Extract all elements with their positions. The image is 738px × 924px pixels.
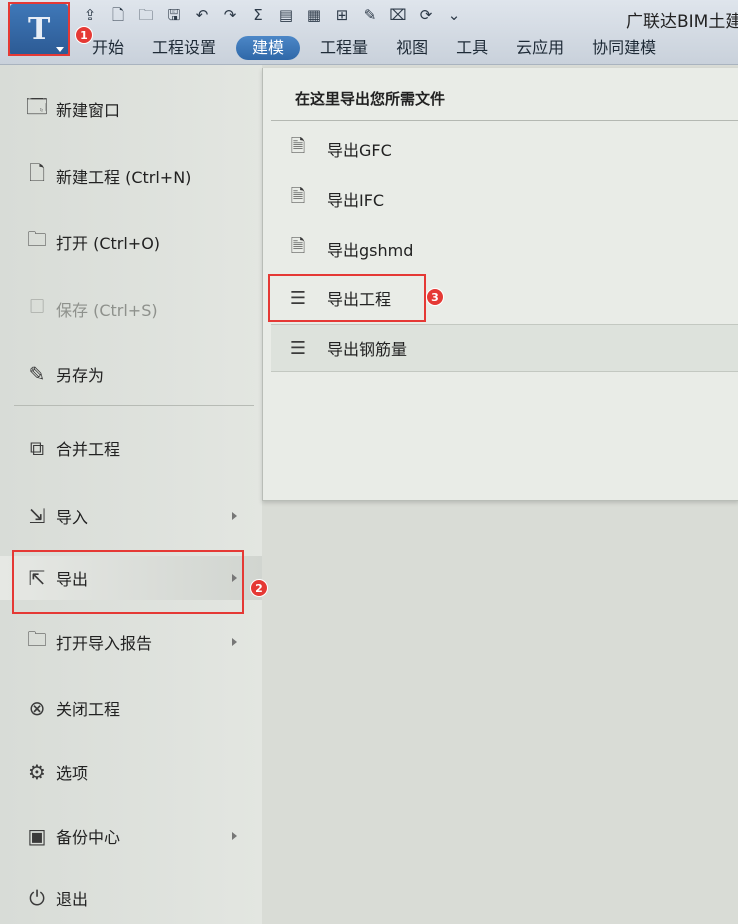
menu-item-label: 打开导入报告 xyxy=(56,634,153,653)
export-icon: ⇱ xyxy=(28,566,46,590)
submenu-item-label: 导出IFC xyxy=(327,191,385,210)
menu-item-11[interactable]: ▣ 备份中心 xyxy=(0,814,262,858)
ribbon-bar: T ⇪ 🗋 🗀 🖫 ↶ ↷ Σ ▤ ▦ ⊞ ✎ ⌧ ⟳ ⌄ 广联达BIM土建 开始 工程设置 建模 工程量 视图工… xyxy=(0,0,738,65)
export-ifc-icon: 🗎 xyxy=(290,186,306,207)
menu-item-8[interactable]: 🗀 打开导入报告 xyxy=(0,620,262,664)
submenu-item-4[interactable]: ☰ 导出钢筋量 xyxy=(271,324,738,372)
power-icon: ⏻ xyxy=(29,886,45,910)
file-menu: 🗔 新建窗口 🗋 新建工程 (Ctrl+N) 🗀 打开 (Ctrl+O) 🗆 保存 (Ctrl… xyxy=(0,65,262,924)
submenu-header-label: 在这里导出您所需文件 xyxy=(295,90,446,108)
menu-item-1[interactable]: 🗋 新建工程 (Ctrl+N) xyxy=(0,154,262,198)
open-folder-icon: 🗀 xyxy=(27,227,47,251)
new-window-icon: 🗔 xyxy=(26,94,48,118)
step-badge: 3 xyxy=(426,288,444,306)
edit-icon[interactable]: ✎ xyxy=(358,4,382,26)
menu-item-2[interactable]: 🗀 打开 (Ctrl+O) xyxy=(0,220,262,264)
export-rebar-icon: ☰ xyxy=(289,337,307,359)
submenu-item-label: 导出GFC xyxy=(327,141,392,160)
menu-item-label: 导入 xyxy=(56,508,89,527)
report-icon[interactable]: ▤ xyxy=(274,4,298,26)
submenu-item-label: 导出工程 xyxy=(327,290,392,309)
menu-item-label: 保存 (Ctrl+S) xyxy=(56,301,158,320)
chevron-right-icon xyxy=(232,512,237,520)
export-project-icon: ☰ xyxy=(289,287,307,309)
undo-icon[interactable]: ↶ xyxy=(190,4,214,26)
upload-icon[interactable]: ⇪ xyxy=(78,4,102,26)
menu-item-label: 新建窗口 xyxy=(56,101,121,120)
dropdown-arrow-icon xyxy=(56,47,64,52)
new-file-icon[interactable]: 🗋 xyxy=(106,4,130,26)
app-menu-button[interactable]: T xyxy=(10,4,68,56)
submenu-item-0[interactable]: 🗎 导出GFC xyxy=(271,126,738,172)
save-icon: 🗆 xyxy=(29,294,45,318)
tab-5[interactable]: 工具 xyxy=(442,34,502,62)
menu-item-3[interactable]: 🗆 保存 (Ctrl+S) xyxy=(0,287,262,331)
submenu-item-3[interactable]: ☰ 导出工程 xyxy=(271,275,738,321)
window-title: 广联达BIM土建 xyxy=(626,12,738,32)
chevron-right-icon xyxy=(232,832,237,840)
redo-icon[interactable]: ↷ xyxy=(218,4,242,26)
grid-icon[interactable]: ⊞ xyxy=(330,4,354,26)
menu-item-label: 合并工程 xyxy=(56,440,121,459)
step-badge: 2 xyxy=(250,579,268,597)
menu-item-label: 导出 xyxy=(56,570,89,589)
merge-icon: ⧉ xyxy=(29,436,45,460)
submenu-item-label: 导出钢筋量 xyxy=(327,340,408,359)
export-submenu: 在这里导出您所需文件 🗎 导出GFC 🗎 导出IFC 🗎 导出gshmd ☰ 导出工程 ☰ 导出钢… xyxy=(262,68,738,501)
menu-item-0[interactable]: 🗔 新建窗口 xyxy=(0,87,262,131)
menu-item-5[interactable]: ⧉ 合并工程 xyxy=(0,426,262,470)
close-circle-icon: ⊗ xyxy=(28,696,46,720)
tab-3[interactable]: 工程量 xyxy=(306,34,382,62)
menu-item-label: 新建工程 (Ctrl+N) xyxy=(56,168,192,187)
more-icon[interactable]: ⌄ xyxy=(442,4,466,26)
submenu-header: 在这里导出您所需文件 xyxy=(271,74,738,121)
menu-item-label: 关闭工程 xyxy=(56,700,121,719)
table-icon[interactable]: ▦ xyxy=(302,4,326,26)
tab-6[interactable]: 云应用 xyxy=(502,34,578,62)
menu-item-label: 打开 (Ctrl+O) xyxy=(56,234,161,253)
tab-1[interactable]: 工程设置 xyxy=(138,34,230,62)
submenu-item-label: 导出gshmd xyxy=(327,241,414,260)
submenu-item-2[interactable]: 🗎 导出gshmd xyxy=(271,226,738,272)
submenu-item-1[interactable]: 🗎 导出IFC xyxy=(271,176,738,222)
menu-divider xyxy=(14,405,254,406)
export-gfc-icon: 🗎 xyxy=(290,136,306,157)
tab-7[interactable]: 协同建模 xyxy=(578,34,670,62)
ribbon-tabs: 开始 工程设置 建模 工程量 视图 工具 云应用 协同建模 xyxy=(78,34,670,62)
tab-4[interactable]: 视图 xyxy=(382,34,442,62)
menu-item-6[interactable]: ⇲ 导入 xyxy=(0,494,262,538)
new-project-icon: 🗋 xyxy=(28,161,46,185)
chevron-right-icon xyxy=(232,638,237,646)
refresh-icon[interactable]: ⟳ xyxy=(414,4,438,26)
menu-item-label: 退出 xyxy=(56,890,89,909)
sum-icon[interactable]: Σ xyxy=(246,4,270,26)
quick-access-toolbar: ⇪ 🗋 🗀 🖫 ↶ ↷ Σ ▤ ▦ ⊞ ✎ ⌧ ⟳ ⌄ xyxy=(78,4,466,28)
open-report-icon: 🗀 xyxy=(27,627,47,651)
step-badge: 1 xyxy=(75,26,93,44)
save-as-icon: ✎ xyxy=(28,362,46,386)
tab-2[interactable]: 建模 xyxy=(236,36,301,60)
menu-item-label: 备份中心 xyxy=(56,828,121,847)
menu-item-label: 选项 xyxy=(56,764,89,783)
app-logo: T xyxy=(28,12,51,47)
menu-item-12[interactable]: ⏻ 退出 xyxy=(0,876,262,920)
menu-item-4[interactable]: ✎ 另存为 xyxy=(0,352,262,396)
cut-icon[interactable]: ⌧ xyxy=(386,4,410,26)
backup-icon: ▣ xyxy=(27,824,47,848)
menu-item-7[interactable]: ⇱ 导出 xyxy=(0,556,262,600)
menu-item-9[interactable]: ⊗ 关闭工程 xyxy=(0,686,262,730)
chevron-right-icon xyxy=(232,574,237,582)
menu-item-label: 另存为 xyxy=(56,366,105,385)
import-icon: ⇲ xyxy=(28,504,46,528)
open-folder-icon[interactable]: 🗀 xyxy=(134,4,158,26)
save-icon[interactable]: 🖫 xyxy=(162,4,186,26)
export-gshmd-icon: 🗎 xyxy=(290,236,306,257)
gear-icon: ⚙ xyxy=(28,760,46,784)
menu-item-10[interactable]: ⚙ 选项 xyxy=(0,750,262,794)
